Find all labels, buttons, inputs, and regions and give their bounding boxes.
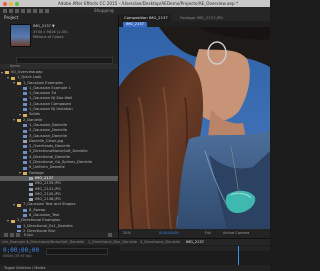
folder-icon [5,71,9,75]
folder-icon [23,113,27,117]
folder-icon [11,219,15,223]
disclosure-triangle-icon[interactable] [13,82,15,85]
camera-dropdown[interactable]: Active Camera [223,229,249,238]
viewer-timecode[interactable]: 0;00;00;00 [159,229,179,238]
window-title: Adobe After Effects CC 2015 - /Users/ae/… [58,1,239,6]
composition-image[interactable] [119,27,270,229]
disclosure-triangle-icon[interactable] [13,204,15,207]
item-dimensions: 3744 x 5616 (1.00) [33,30,68,34]
folder-icon [17,203,21,207]
timeline-search-input[interactable] [46,248,108,255]
image-icon [23,140,27,144]
project-item-tree: 00_Overview.aep 1_Quick Look 1_Gaussian Ex… [0,70,118,238]
timeline-tab[interactable]: 4_Directional_Danielle [140,239,180,245]
zoom-window-icon[interactable] [15,1,19,6]
folder-icon [11,76,15,80]
item-color-depth: Millions of Colors [33,35,64,39]
footage-thumbnail [10,24,31,47]
project-column-header[interactable]: Name [0,64,118,69]
rotation-tool-icon[interactable] [21,8,25,13]
pen-tool-icon[interactable] [33,8,37,13]
folder-icon [23,171,27,175]
trash-icon[interactable] [108,233,112,237]
image-icon [29,177,33,181]
comp-icon [23,129,27,133]
magnification-dropdown[interactable]: 25% [123,229,131,238]
portrait-photo [119,27,270,229]
comp-icon [23,92,27,96]
image-icon [29,187,33,191]
timeline-tab[interactable]: Uni_Example 1 [2,239,29,245]
timeline-tab[interactable]: 2_Directional_Blur_Danielle [88,239,137,245]
new-composition-icon[interactable] [16,233,20,237]
disclosure-triangle-icon[interactable] [7,220,9,223]
hand-tool-icon[interactable] [9,8,13,13]
project-search-input[interactable] [16,57,113,64]
selection-tool-icon[interactable] [3,8,7,13]
timeline-footer: Toggle Switches / Modes [0,265,270,271]
comp-icon [17,224,21,228]
text-tool-icon[interactable] [39,8,43,13]
disclosure-triangle-icon[interactable] [19,172,21,175]
comp-icon [23,124,27,128]
disclosure-triangle-icon[interactable] [1,71,3,74]
comp-icon [23,209,27,213]
time-ruler[interactable] [120,246,270,251]
viewer-tab[interactable]: Footage IMG_2137.JPG [177,14,226,21]
timeline-timecode[interactable]: 0;00;00;00 [3,247,39,254]
interpret-footage-icon[interactable] [4,233,8,237]
folder-icon [17,118,21,122]
frame-rate-label: 00000 (29.97 fps) [3,254,32,258]
zoom-tool-icon[interactable] [15,8,19,13]
image-icon [29,182,33,186]
comp-icon [23,150,27,154]
comp-icon [23,108,27,112]
image-icon [29,198,33,202]
viewer-tab[interactable]: Composition IMG_2137 [121,14,171,21]
disclosure-triangle-icon[interactable] [19,114,21,117]
viewer-tab-bar: Composition IMG_2137 Footage IMG_2137.JPG [119,14,270,21]
composition-chip[interactable]: IMG_2137 [123,21,147,27]
comp-icon [23,134,27,138]
timeline-tab-bar: Uni_Example 1 1_Directional/NoiseSoft_Dan… [0,239,270,245]
name-column-label[interactable]: Name [10,64,20,69]
composition-viewer: Composition IMG_2137 Footage IMG_2137.JPG… [119,14,270,238]
comp-icon [23,214,27,218]
comp-icon [23,97,27,101]
comp-icon [23,166,27,170]
project-panel: Project IMG_2137 ▼ 3744 x 5616 (1.00) Mi… [0,14,119,238]
disclosure-triangle-icon[interactable] [7,77,9,80]
workspace-label[interactable]: Shopping [94,7,114,14]
viewer-footer: 25% 0;00;00;00 Full Active Camera [119,229,270,238]
toggle-switches-modes[interactable]: Toggle Switches / Modes [4,265,45,271]
project-tab[interactable]: Project [4,15,18,20]
close-window-icon[interactable] [3,1,7,6]
selected-item-name[interactable]: IMG_2137 ▼ [33,24,55,28]
comp-icon [23,145,27,149]
comp-icon [23,87,27,91]
timeline-panel: Uni_Example 1 1_Directional/NoiseSoft_Dan… [0,238,270,271]
image-icon [29,193,33,197]
comp-icon [23,103,27,107]
timeline-tab[interactable]: 1_Directional/NoiseSoft_Danielle [26,239,84,245]
minimize-window-icon[interactable] [9,1,13,6]
brush-tool-icon[interactable] [45,8,49,13]
timeline-tab[interactable]: IMG_2137 [186,239,204,245]
comp-icon [23,156,27,160]
new-folder-icon[interactable] [10,233,14,237]
folder-icon [17,81,21,85]
comp-icon [23,161,27,165]
camera-tool-icon[interactable] [27,8,31,13]
disclosure-triangle-icon[interactable] [13,119,15,122]
resolution-dropdown[interactable]: Full [205,229,211,238]
window-title-bar: Adobe After Effects CC 2015 - /Users/ae/… [0,0,270,7]
